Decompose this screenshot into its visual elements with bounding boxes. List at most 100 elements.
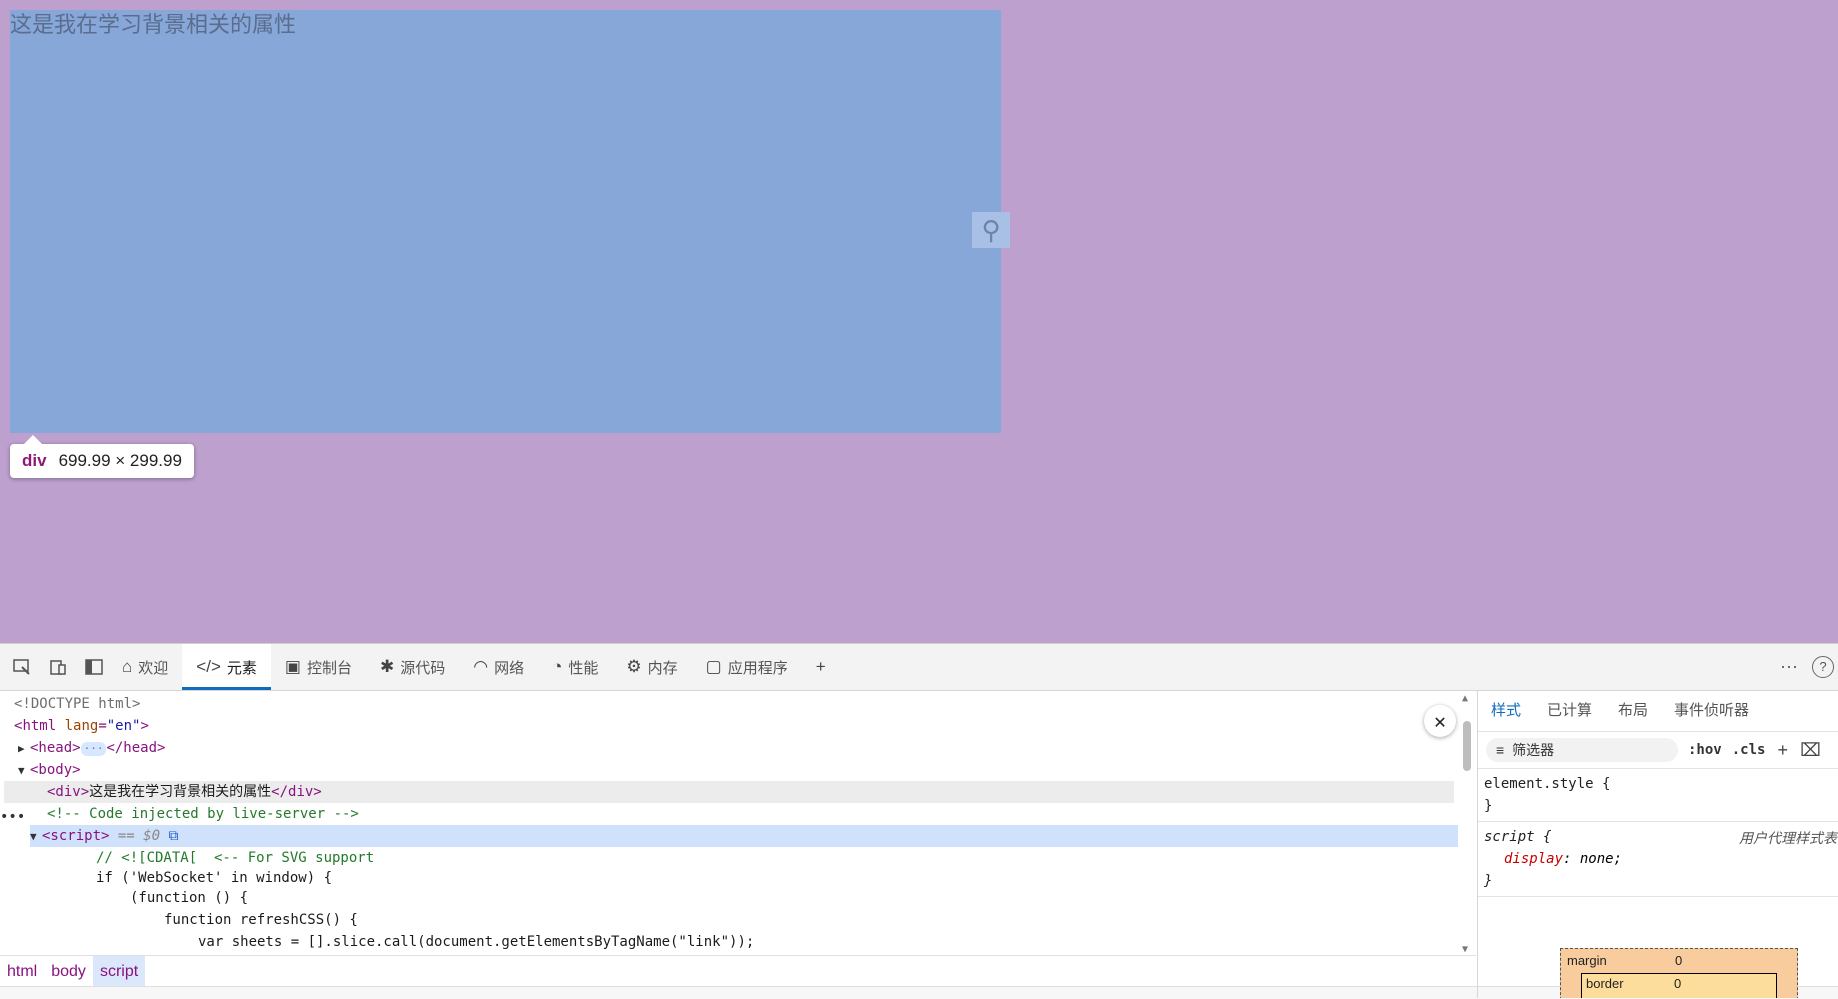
doctype-node[interactable]: <!DOCTYPE html>: [14, 693, 1458, 715]
property-name: display: [1504, 851, 1564, 867]
home-icon: ⌂: [122, 657, 133, 676]
dock-side-icon[interactable]: [80, 653, 108, 681]
box-model-border: border 0: [1581, 973, 1777, 998]
script-ua-rule[interactable]: script { 用户代理样式表 display: none; }: [1478, 822, 1838, 897]
tab-label: 应用程序: [727, 659, 788, 677]
tab-application[interactable]: ▢ 应用程序: [692, 644, 802, 690]
box-model-diagram: margin 0 border 0: [1560, 948, 1798, 998]
div-node-text: 这是我在学习背景相关的属性: [89, 784, 272, 800]
script-node[interactable]: ▼ <script> == $0 ⧉: [30, 825, 1458, 847]
code-line: function refreshCSS() {: [164, 909, 1458, 931]
code-text: if ('WebSocket' in window) {: [96, 870, 333, 886]
div-text: 这是我在学习背景相关的属性: [10, 12, 297, 37]
bug-icon: ✱: [379, 657, 395, 676]
html-attr-value: "en": [106, 718, 141, 734]
device-emulation-icon[interactable]: [44, 653, 72, 681]
styles-filter-row: ≡ 筛选器 :hov .cls + ⌧: [1478, 732, 1838, 769]
doctype-text: <!DOCTYPE html>: [14, 696, 141, 712]
new-rule-plus-icon[interactable]: +: [1777, 740, 1788, 761]
collapse-triangle-icon[interactable]: ▼: [30, 826, 42, 848]
tab-performance[interactable]: ◔ 性能: [538, 644, 612, 690]
script-open: <script>: [42, 828, 110, 844]
tab-label: 性能: [568, 659, 599, 677]
tab-memory[interactable]: ⚙ 内存: [612, 644, 691, 690]
pin-icon[interactable]: ⚲: [972, 212, 1010, 248]
user-agent-origin: 用户代理样式表: [1739, 830, 1837, 846]
breadcrumb: html body script: [0, 955, 1476, 987]
body-node[interactable]: ▼ <body>: [18, 759, 1458, 781]
hov-button[interactable]: :hov: [1688, 742, 1722, 758]
tab-label: 控制台: [306, 659, 352, 677]
app-icon: ▢: [705, 657, 722, 676]
border-label: border: [1586, 976, 1624, 991]
element-hover-tooltip: div 699.99 × 299.99: [10, 435, 194, 478]
tree-scrollbar[interactable]: ▲ ▼: [1460, 693, 1474, 955]
tab-styles[interactable]: 样式: [1478, 691, 1534, 731]
div-open: <div>: [47, 784, 90, 800]
collapsed-ellipsis[interactable]: ···: [80, 742, 107, 756]
gauge-icon: ◔: [552, 657, 563, 676]
link-icon[interactable]: ⧉: [168, 828, 178, 844]
tab-network[interactable]: ◠ 网络: [459, 644, 538, 690]
collapse-triangle-icon[interactable]: ▼: [18, 760, 30, 782]
expand-triangle-icon[interactable]: ▶: [18, 738, 30, 760]
tab-event-listeners[interactable]: 事件侦听器: [1661, 691, 1762, 731]
div-node[interactable]: <div>这是我在学习背景相关的属性</div>: [4, 781, 1454, 803]
body-open: <body>: [30, 762, 81, 778]
help-icon[interactable]: ?: [1812, 656, 1834, 678]
code-line: var sheets = [].slice.call(document.getE…: [198, 931, 1458, 953]
filter-icon: ≡: [1496, 742, 1505, 758]
html-tag: html: [22, 718, 57, 734]
highlighted-div[interactable]: 这是我在学习背景相关的属性 ⚲: [10, 10, 1010, 433]
code-line: // <![CDATA[ <-- For SVG support: [96, 847, 1458, 869]
cls-button[interactable]: .cls: [1732, 742, 1766, 758]
tab-label: 欢迎: [138, 659, 169, 677]
tab-elements[interactable]: </> 元素: [182, 644, 271, 690]
elements-tree[interactable]: <!DOCTYPE html> <html lang="en"> ▶ <head>…: [0, 691, 1476, 955]
inspect-element-icon[interactable]: [8, 653, 36, 681]
breadcrumb-html[interactable]: html: [0, 956, 44, 987]
chip-icon: ⚙: [626, 657, 642, 676]
property-value: none;: [1579, 851, 1623, 867]
element-style-rule[interactable]: element.style { }: [1478, 769, 1838, 822]
tooltip-tag: div: [22, 451, 47, 470]
more-options-icon[interactable]: ···: [1780, 656, 1798, 677]
code-text: (function () {: [130, 890, 249, 906]
styles-tabbar: 样式 已计算 布局 事件侦听器: [1478, 691, 1838, 732]
tab-console[interactable]: ▣ 控制台: [271, 644, 366, 690]
margin-value[interactable]: 0: [1675, 953, 1682, 968]
code-text: function refreshCSS() {: [164, 912, 358, 928]
head-close: </head>: [106, 740, 166, 756]
scroll-down-icon[interactable]: ▼: [1462, 944, 1468, 955]
border-value[interactable]: 0: [1674, 976, 1681, 991]
styles-filter-input[interactable]: ≡ 筛选器: [1486, 738, 1678, 762]
rule-selector: element.style {: [1484, 776, 1611, 792]
page-viewport: 这是我在学习背景相关的属性 ⚲ div 699.99 × 299.99: [0, 0, 1838, 643]
accessibility-icon[interactable]: ✕: [1424, 705, 1456, 737]
plus-icon: +: [815, 657, 826, 676]
tab-computed[interactable]: 已计算: [1534, 691, 1605, 731]
tab-layout[interactable]: 布局: [1605, 691, 1661, 731]
code-line: if ('WebSocket' in window) {: [96, 867, 1458, 889]
comment-node[interactable]: <!-- Code injected by live-server -->: [47, 803, 1458, 825]
margin-label: margin: [1567, 953, 1607, 968]
html-node[interactable]: <html lang="en">: [14, 715, 1458, 737]
breadcrumb-body[interactable]: body: [44, 956, 93, 987]
breadcrumb-script[interactable]: script: [92, 956, 146, 987]
div-close: </div>: [271, 784, 322, 800]
head-open: <head>: [30, 740, 81, 756]
node-actions-icon[interactable]: •••: [0, 809, 25, 825]
tab-label: 网络: [494, 659, 525, 677]
devtools-tabbar: ⌂ 欢迎 </> 元素 ▣ 控制台 ✱ 源代码 ◠ 网络 ◔ 性能 ⚙ 内存 ▢: [0, 644, 1838, 691]
scroll-up-icon[interactable]: ▲: [1462, 693, 1468, 704]
paint-brush-icon[interactable]: ⌧: [1800, 740, 1821, 761]
tab-label: 元素: [226, 659, 257, 677]
tab-welcome[interactable]: ⌂ 欢迎: [108, 644, 182, 690]
add-tab-button[interactable]: +: [802, 644, 840, 690]
tab-sources[interactable]: ✱ 源代码: [366, 644, 459, 690]
scrollbar-thumb[interactable]: [1463, 721, 1471, 771]
tooltip-size: 699.99 × 299.99: [58, 451, 182, 470]
head-node[interactable]: ▶ <head> ··· </head>: [18, 737, 1458, 759]
declaration[interactable]: display: none;: [1484, 848, 1833, 870]
tab-label: 内存: [647, 659, 678, 677]
